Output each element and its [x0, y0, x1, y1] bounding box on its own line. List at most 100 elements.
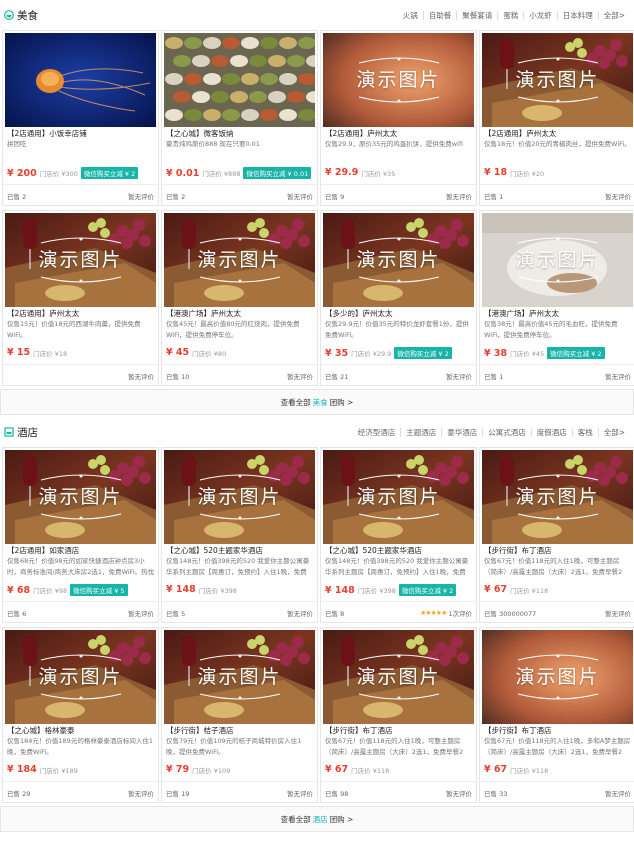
deal-title[interactable]: 【步行街】布丁酒店 — [484, 725, 632, 736]
category-link[interactable]: 聚餐宴请 — [456, 10, 497, 20]
price-row: ¥ 35 门店价 ¥29.9 微信购买立减 ¥ 2 — [325, 347, 452, 359]
hotel-view-all-button[interactable]: 查看全部 酒店 团购 > — [0, 806, 634, 832]
deal-card[interactable]: 演示图片 【2店通用】庐州太太 仅售29.9，原价35元的鸡蛋扒饼，提供免费wifi… — [320, 30, 477, 206]
demo-watermark: 演示图片 — [515, 666, 600, 688]
ornament-icon — [40, 654, 121, 661]
rating[interactable]: 暂无评价 — [128, 788, 154, 798]
deal-image[interactable] — [5, 33, 156, 127]
deal-footer: 已售 8 ★★★★★ 1次评价 — [321, 601, 476, 622]
deal-card[interactable]: 演示图片 【多少的】庐州太太 仅售29.9元！价值35元的特价龙虾套餐1份，提供免费… — [320, 210, 477, 386]
deal-image[interactable]: 演示图片 — [164, 450, 315, 544]
rating[interactable]: 暂无评价 — [446, 191, 472, 201]
category-link[interactable]: 日本料理 — [556, 10, 598, 20]
deal-card[interactable]: 演示图片 【步行街】桔子酒店 仅售79元！价值109元的桔子商城特价房入住1晚，提供… — [161, 627, 318, 803]
price-row: ¥ 18 门店价 ¥20 — [484, 167, 544, 178]
deal-image[interactable]: 演示图片 — [323, 33, 474, 127]
deal-title[interactable]: 【步行街】桔子酒店 — [166, 725, 314, 736]
rating[interactable]: 暂无评价 — [287, 788, 313, 798]
deal-card[interactable]: 演示图片 【之心城】格林豪泰 仅售184元！价值189元的格林豪泰酒店标间入住1晚，… — [2, 627, 159, 803]
deal-title[interactable]: 【港澳广场】庐州太太 — [166, 308, 314, 319]
deal-image[interactable]: 演示图片 — [323, 450, 474, 544]
category-link[interactable]: 豪华酒店 — [441, 427, 482, 437]
category-link[interactable]: 自助餐 — [422, 10, 457, 20]
rating[interactable]: 暂无评价 — [446, 788, 472, 798]
ornament-icon — [517, 693, 598, 700]
deal-image[interactable]: 演示图片 — [323, 630, 474, 724]
category-link[interactable]: 主题酒店 — [400, 427, 441, 437]
deal-image[interactable] — [164, 33, 315, 127]
deal-card[interactable]: 演示图片 【2店通用】如家酒店 仅售68元！价值98元的如家快捷酒店钟点房3小时，商… — [2, 447, 159, 623]
rating[interactable]: 暂无评价 — [605, 371, 631, 381]
food-view-all-button[interactable]: 查看全部 美食 团购 > — [0, 389, 634, 415]
rating[interactable]: 暂无评价 — [605, 788, 631, 798]
deal-description: 仅售148元！价值398元的520 我爱你主题公寓豪华系列主题房【周惠订，免预约… — [325, 557, 469, 576]
deal-title[interactable]: 【之心城】微客饭纳 — [166, 128, 314, 139]
deal-title[interactable]: 【2店通用】庐州太太 — [484, 128, 632, 139]
deal-description: 仅售29.9，原价35元的鸡蛋扒饼，提供免费wifi — [325, 140, 463, 148]
deal-title[interactable]: 【步行街】布丁酒店 — [325, 725, 473, 736]
rating[interactable]: 暂无评价 — [128, 371, 154, 381]
deal-price: ¥ 29.9 — [325, 167, 359, 178]
food-deal-grid: 【2店通用】小饭幸店铺 拼团吃 ¥ 200 门店价 ¥300 微信购买立减 ¥ 2 已售 … — [0, 30, 634, 386]
deal-title[interactable]: 【2店通用】如家酒店 — [7, 545, 155, 556]
rating-text: 暂无评价 — [605, 789, 631, 798]
deal-card[interactable]: 演示图片 【2店通用】庐州太太 仅售15元！价值18元的西湖牛肉羹，提供免费WiFi… — [2, 210, 159, 386]
deal-image[interactable]: 演示图片 — [482, 630, 633, 724]
ornament-icon — [199, 654, 280, 661]
deal-card[interactable]: 演示图片 【步行街】布丁酒店 仅售67元！价值118元的入住1晚，可整主题房（简床）… — [479, 447, 634, 623]
deal-card[interactable]: 【2店通用】小饭幸店铺 拼团吃 ¥ 200 门店价 ¥300 微信购买立减 ¥ 2 已售 … — [2, 30, 159, 206]
deal-card[interactable]: 演示图片 【港澳广场】庐州太太 仅售38元！最高价值45元的毛血旺，提供免费WiFi… — [479, 210, 634, 386]
ornament-icon — [358, 474, 439, 481]
deal-card[interactable]: 演示图片 【步行街】布丁酒店 仅售67元！价值118元的入住1晚，多和A梦主题房（简… — [479, 627, 634, 803]
category-link[interactable]: 蛋糕 — [497, 10, 523, 20]
deal-title[interactable]: 【2店通用】小饭幸店铺 — [7, 128, 155, 139]
deal-title[interactable]: 【多少的】庐州太太 — [325, 308, 473, 319]
deal-card[interactable]: 演示图片 【2店通用】庐州太太 仅售18元！价值20元的青椒肉丝，提供免费WiFi。… — [479, 30, 634, 206]
deal-title[interactable]: 【步行街】布丁酒店 — [484, 545, 632, 556]
deal-image[interactable]: 演示图片 — [5, 450, 156, 544]
deal-title[interactable]: 【之心城】格林豪泰 — [7, 725, 155, 736]
rating[interactable]: 暂无评价 — [128, 191, 154, 201]
hotel-section-title[interactable]: 酒店 — [4, 425, 38, 440]
deal-title[interactable]: 【之心城】520主题家华酒店 — [166, 545, 314, 556]
deal-title[interactable]: 【之心城】520主题家华酒店 — [325, 545, 473, 556]
rating[interactable]: 暂无评价 — [287, 191, 313, 201]
deal-description: 仅售68元！价值98元的如家快捷酒店钟点房3小时，商务标准间/商务大床房2选1，… — [7, 557, 155, 576]
category-link[interactable]: 全部> — [597, 10, 630, 20]
rating[interactable]: ★★★★★ 1次评价 — [420, 608, 472, 618]
deal-image[interactable]: 演示图片 — [5, 630, 156, 724]
deal-image[interactable]: 演示图片 — [164, 213, 315, 307]
category-link[interactable]: 客栈 — [571, 427, 598, 437]
rating[interactable]: 暂无评价 — [605, 191, 631, 201]
deal-image[interactable]: 演示图片 — [482, 450, 633, 544]
deal-image[interactable]: 演示图片 — [482, 33, 633, 127]
deal-card[interactable]: 演示图片 【之心城】520主题家华酒店 仅售148元！价值398元的520 我爱你主… — [320, 447, 477, 623]
category-link[interactable]: 经济型酒店 — [353, 428, 401, 437]
category-link[interactable]: 小龙虾 — [523, 10, 557, 20]
rating[interactable]: 暂无评价 — [287, 608, 313, 618]
deal-description: 仅售67元！价值118元的入住1晚，可整主题房（简床）/高露主题房（大床）2选1… — [484, 557, 623, 576]
category-link[interactable]: 公寓式酒店 — [482, 427, 531, 437]
deal-card[interactable]: 演示图片 【之心城】520主题家华酒店 仅售148元！价值398元的520 我爱你主… — [161, 447, 318, 623]
deal-title[interactable]: 【2店通用】庐州太太 — [7, 308, 155, 319]
deal-card[interactable]: 演示图片 【港澳广场】庐州太太 仅售45元！最高价值80元的红烧肉，提供免费WiFi… — [161, 210, 318, 386]
deal-image[interactable]: 演示图片 — [5, 213, 156, 307]
rating[interactable]: 暂无评价 — [287, 371, 313, 381]
deal-card[interactable]: 【之心城】微客饭纳 豪贵炖鸡原价888 现在只要0.01 ¥ 0.01 门店价 ¥88… — [161, 30, 318, 206]
category-link[interactable]: 火锅 — [398, 11, 423, 20]
price-row: ¥ 45 门店价 ¥80 — [166, 347, 226, 358]
deal-image[interactable]: 演示图片 — [164, 630, 315, 724]
deal-title[interactable]: 【港澳广场】庐州太太 — [484, 308, 632, 319]
wechat-promo-badge: 微信购买立减 ¥ 2 — [80, 167, 139, 179]
deal-image[interactable]: 演示图片 — [482, 213, 633, 307]
category-link[interactable]: 全部> — [597, 427, 630, 437]
rating[interactable]: 暂无评价 — [446, 371, 472, 381]
price-row: ¥ 0.01 门店价 ¥888 微信购买立减 ¥ 0.01 — [166, 167, 312, 179]
rating[interactable]: 暂无评价 — [605, 608, 631, 618]
deal-title[interactable]: 【2店通用】庐州太太 — [325, 128, 473, 139]
rating[interactable]: 暂无评价 — [128, 608, 154, 618]
deal-card[interactable]: 演示图片 【步行街】布丁酒店 仅售67元！价值118元的入住1晚，可整主题房（简床）… — [320, 627, 477, 803]
food-section-title[interactable]: 美食 — [4, 8, 38, 23]
deal-image[interactable]: 演示图片 — [323, 213, 474, 307]
category-link[interactable]: 度假酒店 — [530, 427, 572, 437]
